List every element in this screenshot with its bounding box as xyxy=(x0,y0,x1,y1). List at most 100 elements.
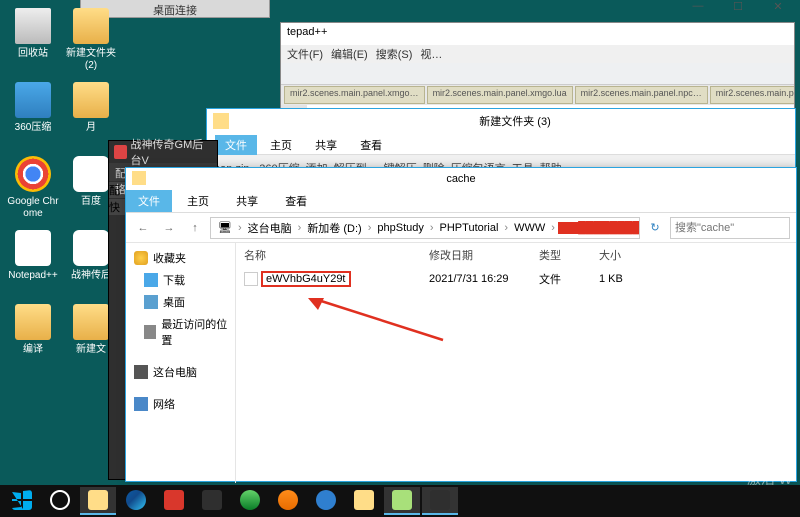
ribbon-view[interactable]: 查看 xyxy=(273,190,319,212)
trash-icon xyxy=(15,8,51,44)
menu-item[interactable]: 编辑(E) xyxy=(331,49,368,61)
taskbar-app5[interactable] xyxy=(308,487,344,515)
menu-item[interactable]: 搜索(S) xyxy=(376,49,413,61)
crumb[interactable]: PHPTutorial xyxy=(437,222,502,234)
chrome-icon xyxy=(15,156,51,192)
desktop-icon-folder[interactable]: 月 xyxy=(64,82,118,146)
file-list[interactable]: 名称 修改日期 类型 大小 eWVhbG4uY29t2021/7/31 16:2… xyxy=(236,243,796,483)
app5-icon xyxy=(316,490,336,510)
search-input[interactable] xyxy=(670,217,790,239)
sidebar-recent[interactable]: 最近访问的位置 xyxy=(126,313,235,351)
taskbar-app6[interactable] xyxy=(346,487,382,515)
ribbon-share[interactable]: 共享 xyxy=(224,190,270,212)
icon-label: 月 xyxy=(64,122,118,134)
notepadpp-title: tepad++ xyxy=(287,26,327,42)
ribbon-file[interactable]: 文件 xyxy=(215,135,257,155)
crumb[interactable]: phpStudy xyxy=(374,222,426,234)
column-headers[interactable]: 名称 修改日期 类型 大小 xyxy=(236,243,796,269)
sidebar-this-pc[interactable]: 这台电脑 xyxy=(126,361,235,383)
col-date[interactable]: 修改日期 xyxy=(429,247,539,263)
recent-icon xyxy=(144,325,156,339)
taskbar-explorer[interactable] xyxy=(80,487,116,515)
notepadpp-icon xyxy=(392,490,412,510)
crumb[interactable]: WWW xyxy=(511,222,548,234)
desktop-icon-trash[interactable]: 回收站 xyxy=(6,8,60,72)
crumb[interactable]: 新加卷 (D:) xyxy=(304,220,364,236)
gm-app-icon xyxy=(114,145,127,159)
desktop-icon-npp[interactable]: Notepad++ xyxy=(6,230,60,294)
ribbon-home[interactable]: 主页 xyxy=(260,135,302,155)
ribbon[interactable]: 文件 主页 共享 查看 xyxy=(207,133,795,155)
col-type[interactable]: 类型 xyxy=(539,247,599,263)
taskbar-edge[interactable] xyxy=(118,487,154,515)
nav-up[interactable]: ↑ xyxy=(184,217,206,239)
ribbon-file[interactable]: 文件 xyxy=(126,190,172,212)
editor-tab[interactable]: mir2.scenes.main.panel.npc… xyxy=(575,86,708,104)
app2-icon xyxy=(202,490,222,510)
editor-tab[interactable]: mir2.scenes.main.panel.npc_restore.lua xyxy=(710,86,794,104)
editor-tab[interactable]: mir2.scenes.main.panel.xmgo… xyxy=(284,86,425,104)
sidebar-downloads[interactable]: 下载 xyxy=(126,269,235,291)
taskbar[interactable] xyxy=(0,485,800,517)
notepadpp-tabs[interactable]: mir2.scenes.main.panel.xmgo…mir2.scenes.… xyxy=(281,85,794,105)
desktop-icon-blue[interactable]: 360压缩 xyxy=(6,82,60,146)
taskbar-app2[interactable] xyxy=(194,487,230,515)
desktop: 回收站新建文件夹(2)360压缩月Google Chrome百度Notepad+… xyxy=(0,0,125,485)
icon-label: 新建文件夹(2) xyxy=(64,48,118,72)
sidebar-favorites[interactable]: 收藏夹 xyxy=(126,247,235,269)
taskbar-search[interactable] xyxy=(42,487,78,515)
app1-icon xyxy=(164,490,184,510)
icon-label: Google Chrome xyxy=(6,196,60,220)
address-bar: ← → ↑ 🖥›这台电脑›新加卷 (D:)›phpStudy›PHPTutori… xyxy=(126,213,796,243)
notepadpp-menubar[interactable]: 文件(F) 编辑(E) 搜索(S) 视… xyxy=(281,45,794,63)
editor-tab[interactable]: mir2.scenes.main.panel.xmgo.lua xyxy=(427,86,573,104)
crumb-redacted: up████████ xyxy=(558,222,640,234)
col-name[interactable]: 名称 xyxy=(244,247,429,263)
folder-icon xyxy=(73,82,109,118)
folder-icon xyxy=(73,304,109,340)
ribbon-view[interactable]: 查看 xyxy=(350,135,392,155)
breadcrumb[interactable]: 🖥›这台电脑›新加卷 (D:)›phpStudy›PHPTutorial›WWW… xyxy=(210,217,640,239)
nav-forward[interactable]: → xyxy=(158,217,180,239)
taskbar-gm[interactable] xyxy=(422,487,458,515)
icon-label: 360压缩 xyxy=(6,122,60,134)
folder-icon xyxy=(73,8,109,44)
sidebar-desktop[interactable]: 桌面 xyxy=(126,291,235,313)
crumb[interactable]: 这台电脑 xyxy=(245,220,295,236)
icon-label: Notepad++ xyxy=(6,270,60,282)
ribbon-home[interactable]: 主页 xyxy=(175,190,221,212)
ribbon-share[interactable]: 共享 xyxy=(305,135,347,155)
network-icon xyxy=(134,397,148,411)
taskbar-start[interactable] xyxy=(4,487,40,515)
nav-back[interactable]: ← xyxy=(132,217,154,239)
sidebar-network[interactable]: 网络 xyxy=(126,393,235,415)
taskbar-app3[interactable] xyxy=(232,487,268,515)
folder-icon xyxy=(213,113,229,129)
taskbar-app4[interactable] xyxy=(270,487,306,515)
gm-icon xyxy=(430,490,450,510)
menu-item[interactable]: 视… xyxy=(420,49,442,61)
window-minimize[interactable]: — xyxy=(678,0,718,20)
window-close[interactable]: ✕ xyxy=(758,0,798,20)
notepadpp-toolbar[interactable] xyxy=(281,63,794,85)
app3-icon xyxy=(240,490,260,510)
col-size[interactable]: 大小 xyxy=(599,247,659,263)
app6-icon xyxy=(354,490,374,510)
taskbar-notepadpp[interactable] xyxy=(384,487,420,515)
desktop-icon-folder[interactable]: 新建文件夹(2) xyxy=(64,8,118,72)
file-icon xyxy=(244,272,258,286)
file-row[interactable]: eWVhbG4uY29t2021/7/31 16:29文件1 KB xyxy=(236,269,796,289)
refresh-icon[interactable]: ↻ xyxy=(644,217,666,239)
taskbar-app1[interactable] xyxy=(156,487,192,515)
desktop-icon-folder[interactable]: 编译 xyxy=(6,304,60,368)
star-icon xyxy=(134,251,148,265)
npp-icon xyxy=(15,230,51,266)
explorer-window-cache[interactable]: cache 文件 主页 共享 查看 ← → ↑ 🖥›这台电脑›新加卷 (D:)›… xyxy=(125,167,797,482)
crumb-root-icon[interactable]: 🖥 xyxy=(215,221,235,234)
menu-item[interactable]: 文件(F) xyxy=(287,49,323,61)
desktop-icon-chrome[interactable]: Google Chrome xyxy=(6,156,60,220)
ribbon[interactable]: 文件 主页 共享 查看 xyxy=(126,190,796,213)
start-icon xyxy=(12,490,32,510)
download-icon xyxy=(144,273,158,287)
window-maximize[interactable]: ☐ xyxy=(718,0,758,20)
